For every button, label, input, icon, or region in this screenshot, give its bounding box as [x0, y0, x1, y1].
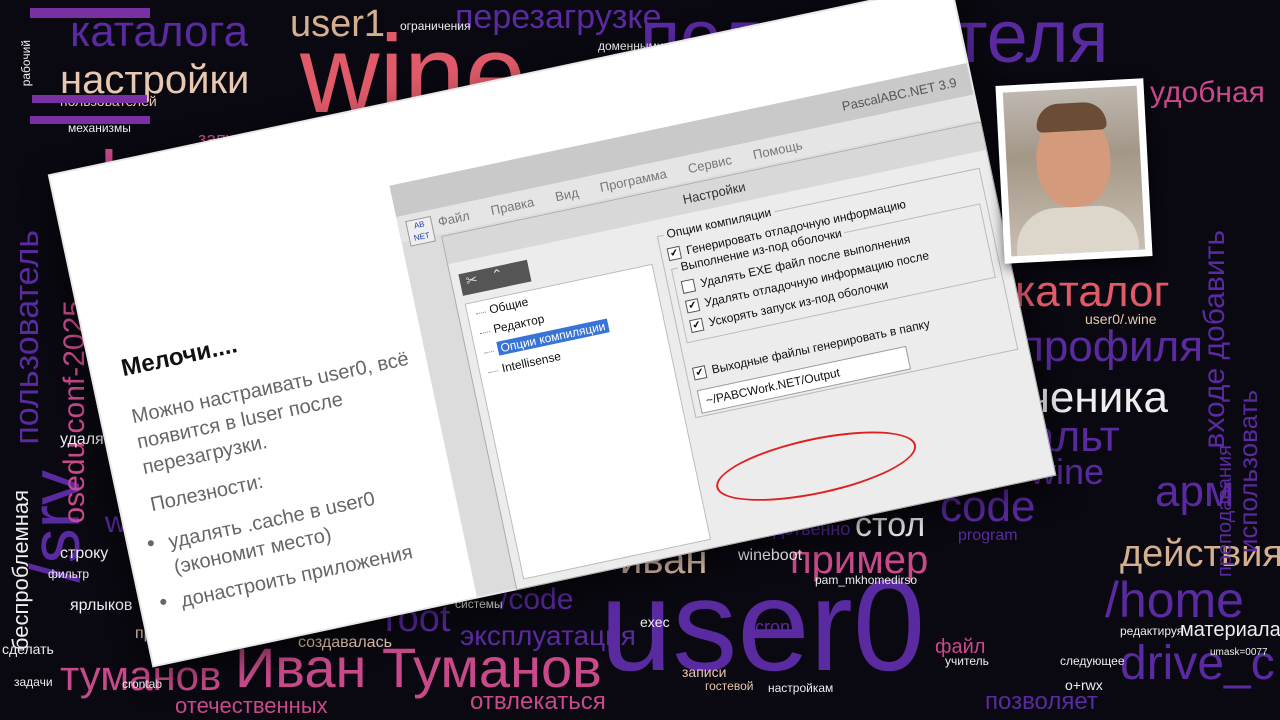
cloud-word: материала — [1180, 619, 1280, 641]
cloud-word: позволяет — [985, 688, 1098, 715]
cloud-word: настройкам — [768, 681, 834, 695]
cloud-word: преподавания — [1214, 445, 1236, 577]
cloud-word: строку — [60, 545, 109, 562]
speaker-photo-image — [1002, 85, 1146, 257]
checkbox-checked-icon: ✔ — [688, 317, 705, 333]
cloud-word: следующее — [1060, 654, 1125, 668]
cloud-word: сделать — [2, 641, 54, 657]
slide-heading: Мелочи.... — [118, 331, 240, 383]
cloud-word: удобная — [1150, 76, 1265, 109]
cloud-word: эксплуатация — [460, 620, 636, 651]
speaker-photo — [995, 78, 1153, 264]
photo-hair — [1035, 101, 1107, 133]
cloud-word: задачи — [14, 675, 53, 689]
cloud-word: учитель — [945, 654, 989, 668]
tools-icon[interactable]: ✂ — [458, 271, 479, 290]
checkbox-checked-icon: ✔ — [666, 245, 682, 261]
cloud-word: crontab — [122, 677, 163, 691]
cloud-word: user0/.wine — [1085, 311, 1157, 327]
accent-bar-top — [30, 8, 150, 18]
menu-view[interactable]: Вид — [554, 184, 580, 204]
cloud-word: входе добавить — [1198, 230, 1231, 449]
collapse-icon[interactable]: ⌃ — [480, 265, 505, 285]
checkbox-unchecked-icon — [680, 278, 697, 294]
pascalabc-logo-icon: AB NET — [405, 215, 437, 247]
options-panel: Опции компиляции ✔ Генерировать отладочну… — [655, 160, 1044, 542]
menu-service[interactable]: Сервис — [686, 152, 733, 176]
cloud-word: беспроблемная — [8, 490, 33, 651]
highlight-ellipse — [710, 417, 922, 515]
photo-shirt — [1014, 203, 1140, 257]
cloud-word: использовать — [1233, 390, 1263, 554]
cloud-word: редактируя — [1120, 624, 1184, 638]
cloud-word: отвлекаться — [470, 688, 606, 715]
cloud-word: фильтр — [48, 567, 90, 581]
cloud-word: перезагрузке — [455, 0, 662, 36]
cloud-word: пользователь — [8, 230, 46, 445]
cloud-word: wineboot — [738, 547, 803, 564]
menu-edit[interactable]: Правка — [489, 194, 535, 218]
cloud-word: cron — [755, 617, 791, 637]
cloud-word: рабочий — [19, 40, 33, 87]
menu-help[interactable]: Помощь — [751, 137, 803, 162]
cloud-word: umask=0077 — [1210, 647, 1268, 658]
cloud-word: user1 — [290, 3, 386, 45]
cloud-word: создавалась — [298, 634, 392, 651]
cloud-word: гостевой — [705, 679, 754, 693]
checkbox-checked-icon: ✔ — [691, 364, 708, 381]
accent-bar-low — [30, 116, 150, 124]
cloud-word: pam_mkhomedirso — [815, 573, 918, 587]
cloud-word: ограничения — [400, 19, 471, 33]
cloud-word: exec — [640, 614, 670, 630]
cloud-word: o+rwx — [1065, 677, 1103, 693]
cloud-word: /code — [500, 583, 574, 616]
cloud-word: /home — [1105, 572, 1244, 628]
cloud-word: ярлыков — [70, 597, 133, 614]
cloud-word: каталог — [1015, 267, 1170, 316]
dialog-toolbar: ✂ ⌃ — [458, 259, 532, 296]
cloud-word: профиля — [1020, 322, 1204, 371]
checkbox-checked-icon: ✔ — [684, 297, 701, 314]
cloud-word: записи — [682, 664, 727, 680]
menu-file[interactable]: Файл — [436, 207, 470, 228]
accent-bar-mid — [32, 95, 147, 103]
cloud-word: отечественных — [175, 693, 328, 718]
cloud-word: системы — [455, 597, 503, 611]
cloud-word: program — [958, 527, 1018, 544]
